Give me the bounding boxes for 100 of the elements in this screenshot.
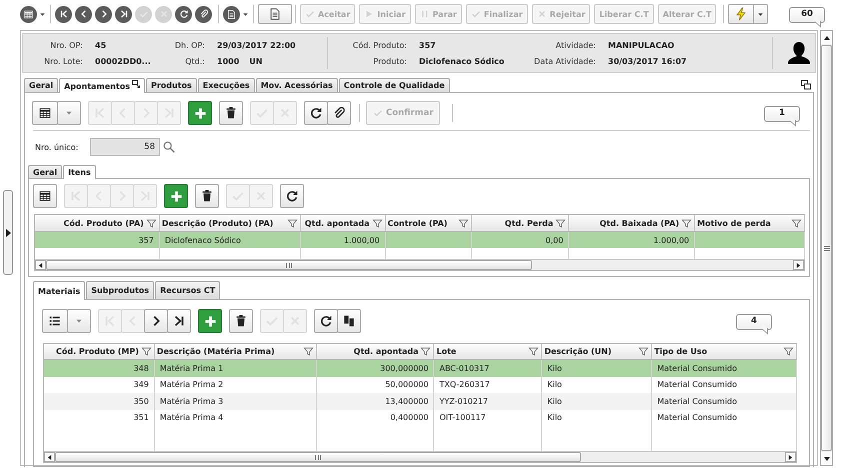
actions-button[interactable] [728,4,754,24]
table-cell: Kilo [542,393,652,410]
table-cell: YYZ-010217 [434,393,542,410]
field-value: 45 [94,40,108,50]
tab[interactable]: Materiais [33,281,86,300]
last-button[interactable] [115,6,132,22]
filter-icon[interactable] [372,218,383,228]
document-menu-button[interactable] [223,6,240,22]
tab[interactable]: Geral [24,78,58,92]
add-button[interactable] [188,101,212,125]
column-header[interactable]: Qtd. apontada [302,218,370,228]
first-button[interactable] [55,6,72,22]
document-icon [226,8,237,20]
column-header[interactable]: Controle (PA) [388,218,456,228]
tab[interactable]: Produtos [146,78,197,92]
field-label: Nro. OP: [49,40,83,50]
table-cell: 348 [44,360,155,376]
vertical-scrollbar[interactable] [820,30,833,466]
grid-view-button[interactable] [20,6,37,22]
list-view-button[interactable] [42,309,68,333]
tab[interactable]: Execuções [198,78,255,92]
check-icon [305,9,315,19]
refresh-button[interactable] [175,6,192,22]
add-button[interactable] [164,184,188,208]
column-header[interactable]: Lote [436,347,526,356]
horizontal-scrollbar[interactable] [44,451,797,462]
column-header[interactable]: Descrição (Matéria Prima) [156,347,301,356]
last-button[interactable] [167,309,191,333]
filter-icon[interactable] [681,218,692,228]
column-header[interactable]: Motivo de perda [697,218,789,228]
number-field[interactable]: 58 [90,138,160,156]
column-header[interactable]: Qtd. Baixada (PA) [571,218,680,228]
right-arrow-icon [796,262,801,268]
previous-button[interactable] [75,6,92,22]
check-icon [470,9,481,19]
delete-button[interactable] [195,184,219,208]
scrollbar-thumb[interactable] [55,452,581,462]
tab[interactable]: Recursos CT [155,281,220,299]
column-header[interactable]: Qtd. Perda [474,218,554,228]
next-button[interactable] [95,6,112,22]
next-button[interactable] [144,309,168,333]
scroll-right-button[interactable] [785,452,796,462]
popout-icon[interactable] [132,80,140,88]
column-header[interactable]: Descrição (Produto) (PA) [162,218,285,228]
refresh-icon [309,106,323,120]
delete-button[interactable] [229,309,253,333]
scroll-left-button[interactable] [35,260,46,270]
refresh-icon [285,189,299,203]
table-row[interactable]: 357 Diclofenaco Sódico 1.000,00 0,00 1.000,00 [35,232,805,248]
filter-icon[interactable] [555,218,566,228]
copy-button[interactable] [337,309,361,333]
table-row[interactable]: 350 Matéria Prima 3 13,400000 YYZ-010217 Kilo Material Consumido [44,393,797,410]
grid-view-button[interactable] [32,101,58,125]
scroll-down-button[interactable] [821,452,832,465]
refresh-button[interactable] [280,184,304,208]
refresh-icon [178,9,188,19]
record-count: 60 [789,6,825,26]
filter-icon[interactable] [528,346,540,357]
filter-icon[interactable] [146,218,157,228]
column-header[interactable]: Tipo de Uso [654,347,782,356]
column-header[interactable]: Descrição (UN) [544,347,636,356]
refresh-button[interactable] [314,309,338,333]
document-icon [268,7,282,21]
report-button[interactable] [258,4,292,24]
horizontal-scrollbar[interactable] [35,259,805,270]
list-icon [48,314,62,328]
column-header[interactable]: Qtd. apontada [318,347,418,356]
tab[interactable]: Mov. Acessórias [256,78,338,92]
field-value: MANIPULACAO [607,40,676,50]
filter-icon[interactable] [140,346,152,357]
filter-icon[interactable] [286,218,298,228]
delete-button[interactable] [219,101,243,125]
scrollbar-thumb[interactable] [46,260,532,270]
tab[interactable]: Itens [63,165,96,179]
filter-icon[interactable] [791,218,802,228]
scroll-left-button[interactable] [44,452,55,462]
attach-button[interactable] [327,101,351,125]
column-header[interactable]: Cód. Produto (PA) [37,218,144,228]
scroll-right-button[interactable] [793,260,804,270]
column-header[interactable]: Cód. Produto (MP) [46,347,139,356]
tab[interactable]: Apontamentos [59,78,145,93]
scrollbar-thumb[interactable] [821,45,832,451]
filter-icon[interactable] [638,346,650,357]
add-button[interactable] [198,309,222,333]
collapse-handle[interactable] [3,190,13,275]
up-arrow-icon [824,34,830,40]
filter-icon[interactable] [302,346,314,357]
refresh-button[interactable] [304,101,328,125]
tab[interactable]: Geral [28,165,62,178]
grid-view-button[interactable] [33,184,57,208]
windows-icon[interactable] [801,80,811,90]
table-row[interactable]: 348 Matéria Prima 1 300,000000 ABC-010317 Kilo Material Consumido [44,360,797,376]
tab[interactable]: Controle de Qualidade [338,78,450,92]
filter-icon[interactable] [783,346,794,357]
search-icon[interactable] [162,140,176,154]
filter-icon[interactable] [420,346,432,357]
attach-button[interactable] [195,6,212,22]
tab[interactable]: Subprodutos [86,281,154,299]
filter-icon[interactable] [458,218,470,228]
scroll-up-button[interactable] [821,31,832,44]
